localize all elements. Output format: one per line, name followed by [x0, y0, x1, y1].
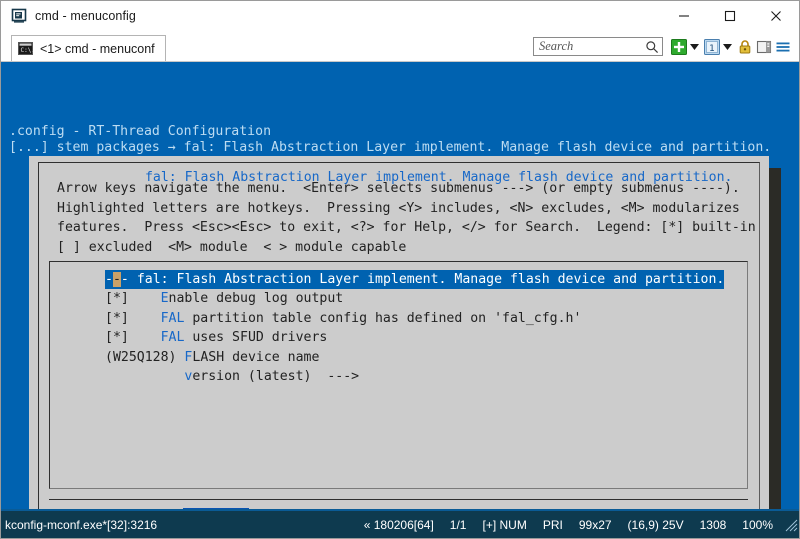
menu-row: [*] FAL partition table config has defin…	[105, 309, 724, 328]
menu-item-hotkey: E	[160, 291, 169, 307]
active-console-dropdown-icon[interactable]	[722, 38, 733, 55]
status-cell-6: 1308	[699, 517, 727, 532]
console-tab-icon: C:\.	[18, 42, 35, 55]
svg-text:1: 1	[709, 44, 715, 54]
new-console-icon[interactable]	[670, 38, 687, 55]
new-console-dropdown-icon[interactable]	[689, 38, 700, 55]
menu-item-label: fal: Flash Abstraction Layer implement. …	[136, 272, 725, 287]
menu-item-4[interactable]: (W25Q128) FLASH device name	[105, 348, 724, 367]
menu-row: [*] Enable debug log output	[105, 289, 724, 308]
search-input[interactable]: Search	[533, 37, 663, 56]
help-line-1: Arrow keys navigate the menu. <Enter> se…	[57, 181, 740, 196]
menu-item-label: uses SFUD drivers	[184, 330, 328, 346]
active-console-icon[interactable]: 1	[703, 38, 720, 55]
menu-item-label: LASH device name	[192, 349, 320, 365]
menu-item-1[interactable]: [*] Enable debug log output	[105, 289, 724, 308]
tab-label: <1> cmd - menuconf	[40, 41, 155, 56]
conemu-window: cmd - menuconfig C:\. <1> cmd - menuconf	[0, 0, 800, 539]
menu-item-gap	[129, 291, 161, 306]
window-title: cmd - menuconfig	[35, 9, 136, 23]
menu-item-gap	[129, 330, 161, 345]
menu-item-prefix: [*]	[105, 291, 129, 307]
menu-item-gap	[129, 272, 137, 287]
menu-item-prefix-rest: -	[120, 272, 129, 287]
menu-cursor: -	[112, 272, 121, 287]
lock-icon[interactable]	[736, 38, 753, 55]
menu-item-prefix: -	[105, 272, 113, 287]
toolbar: Search 1	[533, 32, 799, 61]
menu-item-0[interactable]: --- fal: Flash Abstraction Layer impleme…	[105, 270, 725, 290]
menu-list[interactable]: --- fal: Flash Abstraction Layer impleme…	[49, 261, 748, 489]
button-bar-separator-top	[49, 499, 748, 500]
status-cells: « 180206[64] 1/1 [+] NUM PRI 99x27 (16,9) 25V…	[356, 518, 783, 532]
status-cell-3: PRI	[542, 517, 563, 532]
search-icon	[645, 40, 662, 54]
svg-text:C:\.: C:\.	[21, 47, 34, 54]
menu-item-prefix: (W25Q128)	[105, 349, 177, 365]
menu-item-3[interactable]: [*] FAL uses SFUD drivers	[105, 328, 724, 347]
menu-row: --- fal: Flash Abstraction Layer impleme…	[105, 270, 725, 290]
close-icon[interactable]	[753, 1, 799, 31]
tab-cmd-menuconf[interactable]: C:\. <1> cmd - menuconf	[11, 35, 166, 61]
menu-item-prefix: [*]	[105, 310, 129, 326]
status-cell-0: « 180206[64]	[363, 517, 434, 532]
dialog-help-text: Arrow keys navigate the menu. <Enter> se…	[57, 179, 756, 257]
menu-item-2[interactable]: [*] FAL partition table config has defin…	[105, 309, 724, 328]
status-cell-7: 100%	[742, 517, 773, 532]
menu-item-hotkey: FAL	[160, 330, 185, 346]
menu-row: (W25Q128) FLASH device name	[105, 348, 724, 367]
resize-grip-icon[interactable]	[783, 517, 799, 533]
menu-item-label: ersion (latest) --->	[192, 369, 360, 385]
status-cell-5: (16,9) 25V	[627, 517, 684, 532]
help-line-4: [ ] excluded <M> module < > module capab…	[57, 239, 407, 255]
status-cell-4: 99x27	[578, 517, 612, 532]
tab-bar: C:\. <1> cmd - menuconf Search	[1, 32, 799, 62]
menu-item-5[interactable]: version (latest) --->	[105, 367, 724, 386]
status-cell-1: 1/1	[449, 517, 467, 532]
title-bar: cmd - menuconfig	[1, 1, 799, 32]
help-line-2: Highlighted letters are hotkeys. Pressin…	[57, 200, 740, 216]
status-bar: kconfig-mconf.exe*[32]:3216 « 180206[64]…	[1, 509, 799, 538]
menu-list-rows: --- fal: Flash Abstraction Layer impleme…	[105, 270, 725, 386]
help-line-3: features. Press <Esc><Esc> to exit, <?> …	[57, 220, 756, 235]
dialog-frame: fal: Flash Abstraction Layer implement. …	[38, 162, 760, 509]
menu-item-gap	[129, 311, 161, 326]
menuconfig-dialog: fal: Flash Abstraction Layer implement. …	[29, 156, 769, 509]
search-placeholder: Search	[539, 39, 574, 53]
menu-item-gap	[105, 369, 184, 384]
console-app-icon	[11, 8, 27, 24]
console-header-line-1: .config - RT-Thread Configuration	[9, 124, 272, 139]
console-area[interactable]: .config - RT-Thread Configuration [...] …	[1, 62, 799, 509]
panel-toggle-icon[interactable]	[755, 38, 772, 55]
menu-row: [*] FAL uses SFUD drivers	[105, 328, 724, 347]
menu-item-prefix: [*]	[105, 330, 129, 346]
hamburger-menu-icon[interactable]	[774, 38, 791, 55]
maximize-icon[interactable]	[707, 1, 753, 31]
status-cell-2: [+] NUM	[482, 517, 527, 532]
minimize-icon[interactable]	[661, 1, 707, 31]
menu-row: version (latest) --->	[105, 367, 724, 386]
status-process-info: kconfig-mconf.exe*[32]:3216	[5, 517, 158, 532]
menu-item-label: partition table config has defined on 'f…	[184, 310, 582, 326]
menu-item-hotkey: FAL	[160, 310, 185, 326]
menu-item-label: nable debug log output	[168, 291, 344, 307]
